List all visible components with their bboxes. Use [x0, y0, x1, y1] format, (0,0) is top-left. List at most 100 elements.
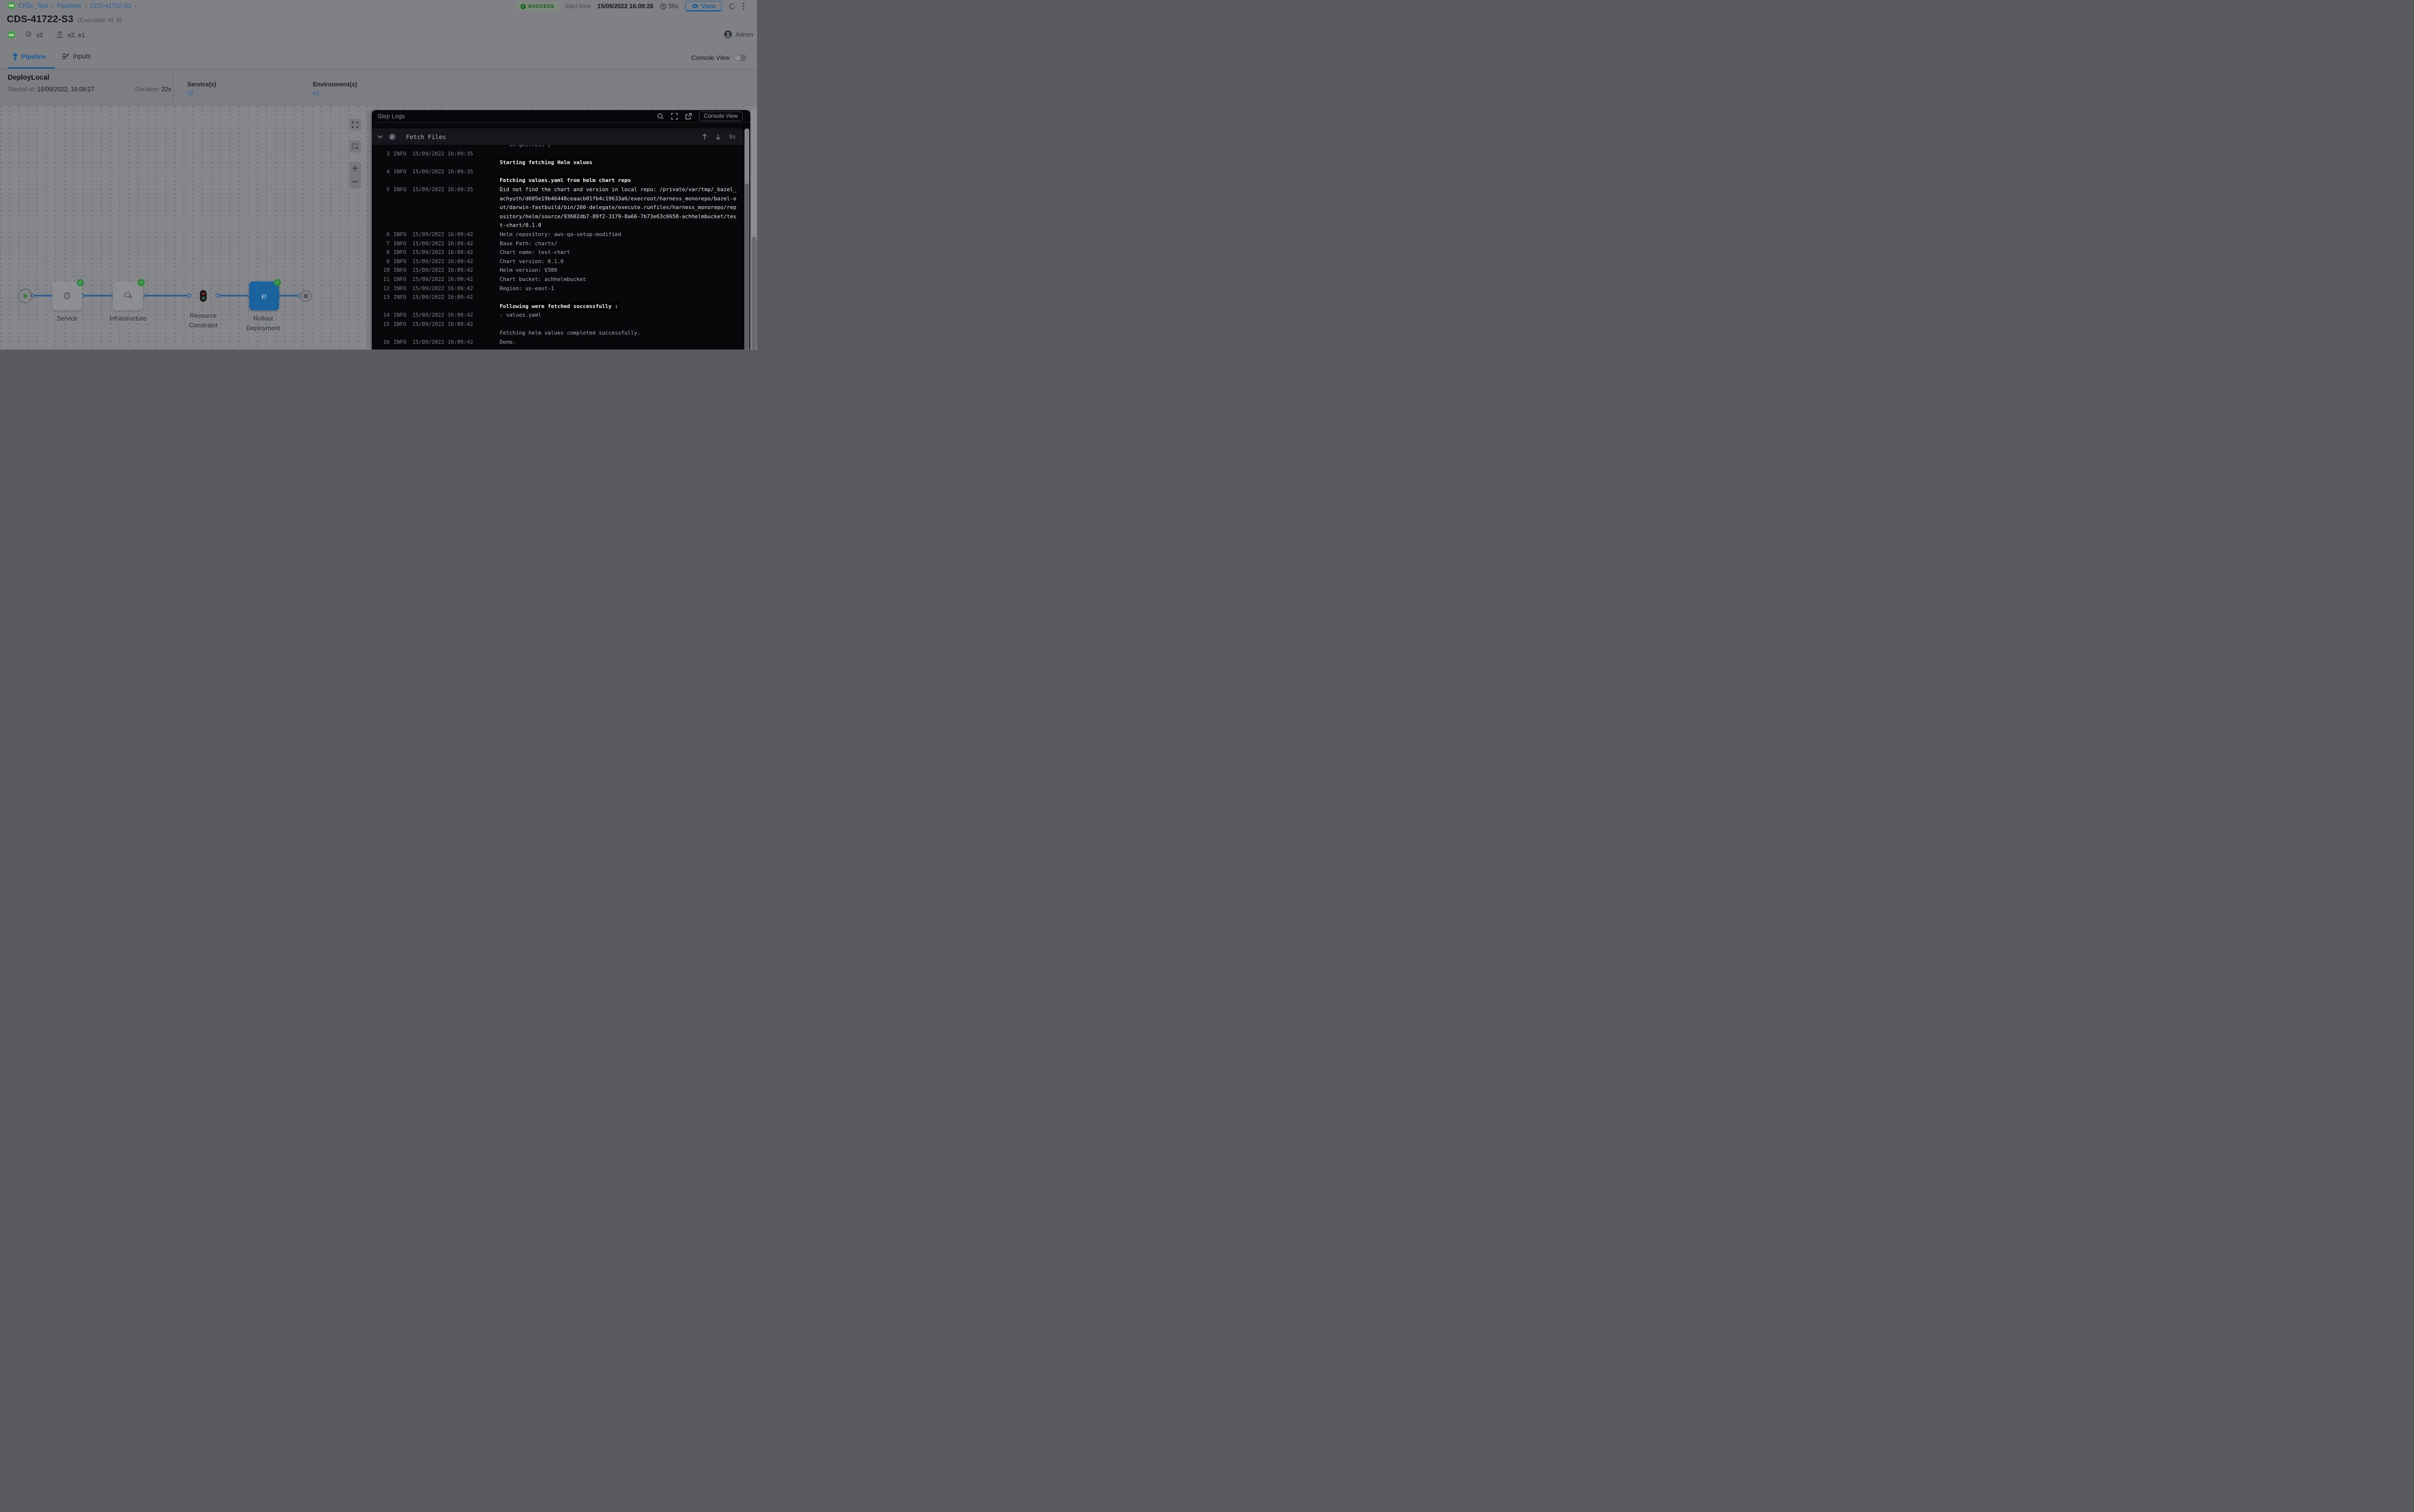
- step-name: Fetch Files: [406, 133, 446, 140]
- log-console-view-button[interactable]: Console View: [699, 112, 743, 121]
- infrastructure-icon: [123, 292, 133, 300]
- node-success-icon: ✓: [77, 279, 84, 286]
- service-tag: s2: [36, 31, 43, 39]
- start-time-value: 15/09/2022 16:09:26: [597, 3, 653, 10]
- log-row: 7INFO15/09/2022 16:09:42Base Path: chart…: [372, 239, 744, 249]
- log-row: 13INFO15/09/2022 16:09:42 Following were…: [372, 293, 744, 311]
- environment-link[interactable]: e1: [313, 90, 320, 97]
- started-at: Started at: 15/09/2022, 16:09:27: [8, 86, 94, 93]
- step-duration: 9s: [729, 133, 736, 140]
- breadcrumb-pipelines[interactable]: Pipelines: [57, 2, 82, 9]
- connector-line: [145, 295, 187, 296]
- elapsed-time: 59s: [660, 3, 678, 10]
- node-label-infrastructure: Infrastructure: [101, 314, 154, 323]
- eye-icon: [691, 3, 699, 9]
- pipeline-start-node[interactable]: [18, 289, 32, 303]
- toggle-knob: [735, 55, 741, 61]
- scroll-to-bottom-icon[interactable]: [716, 134, 721, 140]
- step-logs-panel: Step Logs Console View ✓ Fetch Files 9s …: [372, 110, 750, 350]
- canvas-select-button[interactable]: [349, 140, 361, 153]
- console-view-label: Console View: [691, 54, 730, 61]
- success-check-icon: ✓: [520, 4, 526, 9]
- environment-tag: e2, e1: [68, 31, 85, 39]
- chevron-down-icon[interactable]: [378, 135, 383, 139]
- panel-scrollbar-thumb[interactable]: [752, 237, 757, 350]
- app-window: CFDs_Test › Pipelines › CDS-41722-S3 › ✓…: [0, 0, 757, 350]
- service-link[interactable]: s2: [187, 90, 194, 97]
- breadcrumb-separator: ›: [52, 2, 54, 9]
- node-label-service: Service: [43, 314, 91, 323]
- connector-port: [215, 294, 220, 298]
- user-menu[interactable]: Admin: [724, 30, 753, 38]
- log-row: 9INFO15/09/2022 16:09:42Chart version: 0…: [372, 257, 744, 266]
- node-success-icon: ✓: [274, 279, 281, 286]
- tab-inputs-label: Inputs: [73, 53, 91, 60]
- top-header: CFDs_Test › Pipelines › CDS-41722-S3 › ✓…: [0, 0, 757, 48]
- fullscreen-icon: [352, 122, 358, 128]
- start-time-label: Start time: [565, 3, 591, 10]
- service-tag-icon: ⚙: [25, 31, 32, 39]
- step-success-icon: ✓: [389, 134, 395, 140]
- status-badge-label: SUCCESS: [528, 3, 554, 9]
- services-label: Service(s): [187, 81, 216, 88]
- play-icon: [24, 293, 28, 299]
- page-title: CDS-41722-S3: [7, 14, 73, 25]
- execution-status-row: ✓ SUCCESS Start time 15/09/2022 16:09:26…: [517, 1, 744, 12]
- stage-info-bar: DeployLocal Started at: 15/09/2022, 16:0…: [0, 69, 757, 106]
- pipeline-end-node[interactable]: [300, 290, 311, 302]
- title-row: CDS-41722-S3 (Execution Id: 8): [7, 14, 122, 25]
- duration-value: 22s: [161, 86, 171, 93]
- cd-module-icon: [8, 31, 15, 39]
- node-label-resource-constraint: Resource Constraint: [184, 311, 223, 330]
- kebab-menu-button[interactable]: [743, 2, 744, 10]
- stage-name: DeployLocal: [8, 74, 49, 82]
- log-row: in getTTL() }: [372, 145, 744, 150]
- view-button[interactable]: View: [685, 1, 722, 12]
- node-rollout-deployment[interactable]: ℮ ✓: [249, 281, 279, 310]
- pipeline-tab-icon: [13, 53, 18, 61]
- log-row: 6INFO15/09/2022 16:09:42Helm repository:…: [372, 230, 744, 239]
- step-logs-actions: Console View: [657, 112, 743, 121]
- tab-pipeline[interactable]: Pipeline: [13, 53, 46, 61]
- log-scrollbar-thumb[interactable]: [745, 183, 749, 350]
- environment-tag-icon: [56, 31, 63, 39]
- canvas-fullscreen-button[interactable]: [349, 119, 361, 131]
- refresh-button[interactable]: [729, 3, 736, 10]
- zoom-out-icon: [352, 181, 358, 182]
- log-scrollbar: [744, 128, 749, 350]
- open-in-new-icon[interactable]: [685, 113, 692, 120]
- search-icon[interactable]: [657, 113, 664, 120]
- expand-icon[interactable]: [671, 113, 678, 120]
- tabs-bar: Pipeline Inputs Console View: [0, 48, 757, 69]
- node-infrastructure[interactable]: ✓: [113, 281, 143, 310]
- kebab-menu-icon: [743, 2, 744, 10]
- tab-inputs[interactable]: Inputs: [62, 53, 91, 60]
- log-row: 14INFO15/09/2022 16:09:42- values.yaml: [372, 311, 744, 320]
- user-name: Admin: [735, 31, 753, 38]
- breadcrumb-separator: ›: [135, 2, 137, 9]
- connector-line: [84, 295, 111, 296]
- connector-line: [219, 295, 247, 296]
- breadcrumb-pipeline[interactable]: CDS-41722-S3: [90, 2, 131, 9]
- zoom-out-button[interactable]: [349, 175, 361, 189]
- console-view-toggle[interactable]: [734, 55, 746, 61]
- zoom-in-button[interactable]: [349, 162, 361, 175]
- node-success-icon: ✓: [138, 279, 145, 286]
- service-gear-icon: ⚙: [63, 291, 72, 301]
- breadcrumb-project[interactable]: CFDs_Test: [18, 2, 48, 9]
- refresh-icon: [729, 3, 736, 10]
- environments-label: Environment(s): [313, 81, 357, 88]
- breadcrumb: CFDs_Test › Pipelines › CDS-41722-S3 ›: [8, 1, 137, 10]
- clock-icon: [660, 3, 666, 10]
- marquee-select-icon: [352, 143, 359, 150]
- connector-line: [280, 295, 297, 296]
- node-service[interactable]: ⚙ ✓: [52, 281, 82, 310]
- step-log-tools: 9s: [702, 133, 736, 140]
- execution-id: (Execution Id: 8): [78, 17, 122, 24]
- node-resource-constraint[interactable]: [200, 290, 207, 302]
- log-row: 3INFO15/09/2022 16:09:35 Starting fetchi…: [372, 150, 744, 168]
- step-log-group-header[interactable]: ✓ Fetch Files 9s: [372, 128, 744, 145]
- stop-icon: [304, 294, 308, 298]
- scroll-to-top-icon[interactable]: [702, 134, 707, 140]
- started-at-value: 15/09/2022, 16:09:27: [37, 86, 94, 93]
